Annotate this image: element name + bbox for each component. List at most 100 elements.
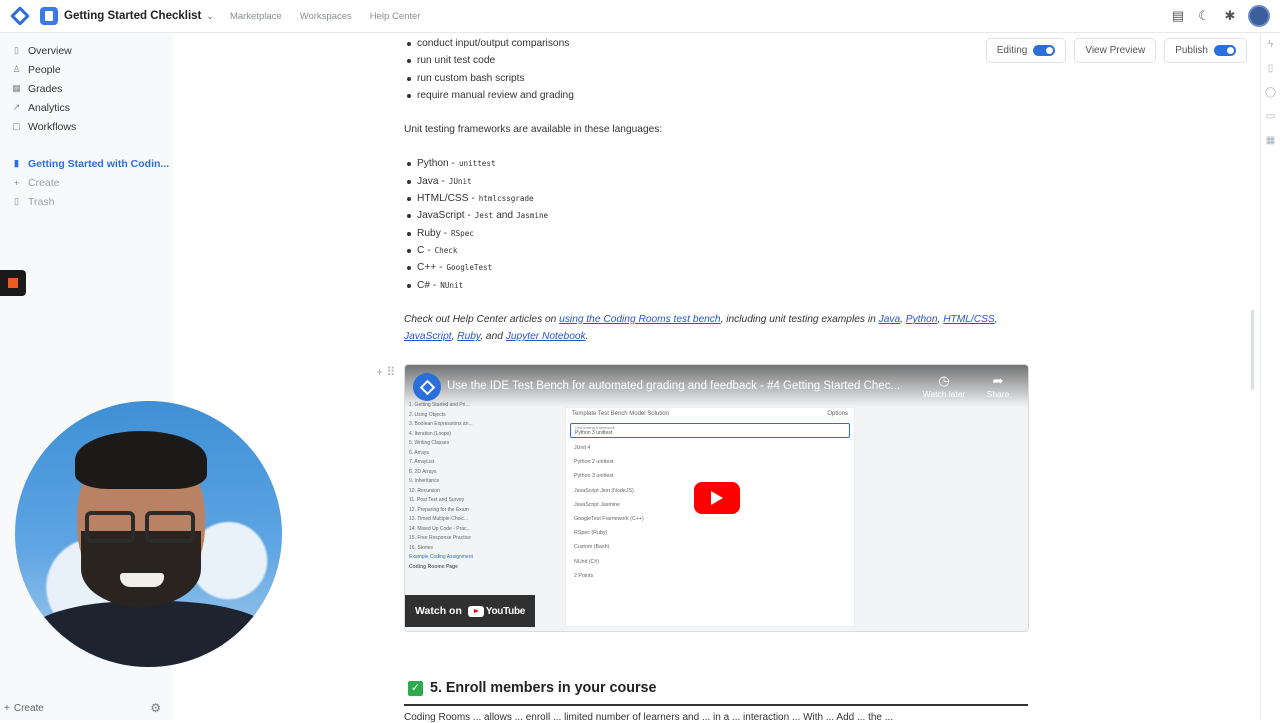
document-icon: ▮ xyxy=(14,158,19,168)
code-name: NUnit xyxy=(440,280,464,290)
sidebar-item-grades[interactable]: ▦ Grades xyxy=(0,79,173,98)
list-item: run unit test code xyxy=(404,52,1029,69)
presenter-glasses xyxy=(85,511,200,543)
outline-item: 12. Preparing for the Exam xyxy=(409,506,469,513)
publish-toggle[interactable] xyxy=(1214,45,1236,56)
outline-item: 8. 2D Arrays xyxy=(409,468,437,475)
right-rail: ϟ ▯ ◯ ▭ ▦ xyxy=(1260,33,1280,720)
sidebar-item-overview[interactable]: ▯ Overview xyxy=(0,41,173,60)
joiner: and xyxy=(496,210,514,222)
view-preview-button[interactable]: View Preview xyxy=(1074,38,1157,63)
nav-help-center[interactable]: Help Center xyxy=(370,11,421,22)
code-name: htmlcssgrade xyxy=(478,194,534,204)
list-item: C++ - GoogleTest xyxy=(404,259,1029,276)
outline-item: 5. Writing Classes xyxy=(409,440,450,446)
outline-item: 7. ArrayList xyxy=(409,459,435,465)
chevron-down-icon[interactable]: ⌄ xyxy=(206,11,214,22)
outline-item: 2. Using Objects xyxy=(409,411,446,418)
lang-name: JavaScript - xyxy=(417,210,471,222)
link-test-bench[interactable]: using the Coding Rooms test bench xyxy=(559,314,720,325)
frameworks-list: Python - unittest Java - JUnit HTML/CSS -h… xyxy=(404,155,1029,293)
nav-workspaces[interactable]: Workspaces xyxy=(300,11,352,22)
help-end: . xyxy=(585,331,589,343)
outline-item: 10. Recursion xyxy=(409,487,440,494)
sidebar-item-analytics[interactable]: ↗ Analytics xyxy=(0,98,173,117)
create-button[interactable]: Create xyxy=(14,703,44,714)
plus-icon[interactable]: + xyxy=(4,703,10,714)
next-paragraph: Coding Rooms ... allows ... enroll ... l… xyxy=(404,712,894,723)
code-name: GoogleTest xyxy=(446,263,493,273)
scrollbar[interactable] xyxy=(1251,310,1254,390)
sidebar-item-label: Create xyxy=(28,176,60,189)
trash-icon: ▯ xyxy=(14,196,19,206)
block-drag-handle[interactable]: + ⠿ xyxy=(376,365,395,379)
list-item: C - Check xyxy=(404,242,1029,259)
bolt-icon[interactable]: ϟ xyxy=(1261,33,1280,57)
copy-icon[interactable]: ▭ xyxy=(1261,105,1280,129)
link-ruby[interactable]: Ruby xyxy=(457,331,480,342)
lang-name: Python - xyxy=(417,158,455,170)
list-item: JavaScript - Jest and Jasmine xyxy=(404,207,1029,224)
youtube-embed[interactable]: 1. Getting Started and Pri... 2. Using O… xyxy=(404,364,1029,632)
link-html-css[interactable]: HTML/CSS xyxy=(943,314,995,325)
sidebar-item-label: People xyxy=(28,63,61,76)
outline-item: Example Coding Assignment xyxy=(409,554,473,560)
link-jupyter[interactable]: Jupyter Notebook xyxy=(506,331,586,342)
top-bar: Getting Started Checklist ⌄ Marketplace … xyxy=(0,0,1280,33)
link-python[interactable]: Python xyxy=(906,314,938,325)
youtube-label: YouTube xyxy=(485,605,526,617)
sidebar-item-label: Grades xyxy=(28,82,63,95)
video-course-outline: 1. Getting Started and Pri... 2. Using O… xyxy=(409,401,489,572)
doc-title[interactable]: Getting Started Checklist xyxy=(64,10,201,22)
youtube-logo-icon: YouTube xyxy=(467,605,526,617)
sidebar-item-workflows[interactable]: ▢ Workflows xyxy=(0,117,173,136)
sidebar-item-trash[interactable]: ▯ Trash xyxy=(0,192,173,211)
news-icon[interactable]: ▤ xyxy=(1170,8,1186,24)
avatar[interactable] xyxy=(1248,5,1270,27)
code-name: RSpec xyxy=(451,228,474,238)
video-title[interactable]: Use the IDE Test Bench for automated gra… xyxy=(447,380,900,392)
select-value: Python 3 unittest xyxy=(575,430,613,436)
play-button-icon[interactable] xyxy=(694,482,740,514)
share-icon: ➦ xyxy=(992,373,1004,388)
link-java[interactable]: Java xyxy=(879,314,901,325)
framework-option: Custom (Bash) xyxy=(574,544,610,551)
editing-toggle[interactable] xyxy=(1033,45,1056,56)
nav-marketplace[interactable]: Marketplace xyxy=(230,11,282,22)
panel-tabs-text: Template Test Bench Model Solution xyxy=(572,411,669,417)
grid-icon[interactable]: ▦ xyxy=(1261,129,1280,153)
coding-rooms-logo-icon[interactable] xyxy=(10,6,30,26)
moon-icon[interactable]: ☾ xyxy=(1196,8,1212,24)
gear-icon[interactable]: ⚙ xyxy=(150,701,161,715)
framework-option: JUnit 4 xyxy=(574,445,591,451)
sidebar-item-create[interactable]: + Create xyxy=(0,173,173,192)
publish-button[interactable]: Publish xyxy=(1164,38,1247,63)
watch-later-label: Watch later xyxy=(922,389,966,399)
sidebar-item-active-doc[interactable]: ▮ Getting Started with Codin... xyxy=(0,154,173,173)
link-javascript[interactable]: JavaScript xyxy=(404,331,452,342)
outline-item: 14. Mixed Up Code - Prac... xyxy=(409,525,471,532)
sidebar-item-people[interactable]: ♙ People xyxy=(0,60,173,79)
watch-on-youtube-button[interactable]: Watch on YouTube xyxy=(405,595,536,627)
sidebar-item-label: Workflows xyxy=(28,120,77,133)
framework-select: Unit testing framework Python 3 unittest xyxy=(570,423,850,438)
watch-on-label: Watch on xyxy=(415,605,462,617)
checkbox-checked-icon[interactable]: ✓ xyxy=(408,680,423,696)
document-icon xyxy=(40,7,58,25)
person-icon: ♙ xyxy=(12,64,21,74)
help-and: , and xyxy=(480,331,503,343)
bug-icon[interactable]: ✱ xyxy=(1222,8,1238,24)
sidebar-item-label: Overview xyxy=(28,44,72,57)
recording-stop-button[interactable] xyxy=(0,270,26,296)
file-icon[interactable]: ▯ xyxy=(1261,57,1280,81)
presenter-mouth xyxy=(120,573,164,587)
comment-icon[interactable]: ◯ xyxy=(1261,81,1280,105)
channel-logo-icon[interactable] xyxy=(413,373,441,401)
list-item: run custom bash scripts xyxy=(404,70,1029,87)
document-content: conduct input/output comparisons run uni… xyxy=(404,33,1029,345)
lang-name: Java - xyxy=(417,175,445,187)
watch-later-button[interactable]: ◷ Watch later xyxy=(919,373,969,399)
share-button[interactable]: ➦ Share xyxy=(973,373,1023,399)
grades-icon: ▦ xyxy=(12,83,21,93)
lang-name: Ruby - xyxy=(417,227,448,239)
